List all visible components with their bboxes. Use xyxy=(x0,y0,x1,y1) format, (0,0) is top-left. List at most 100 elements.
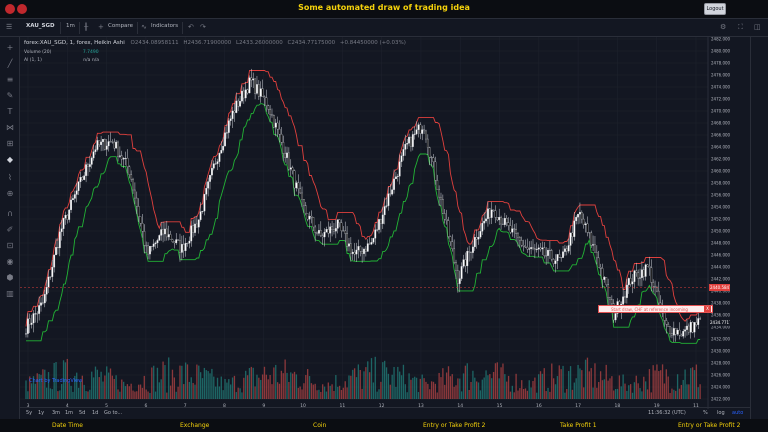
chart-type-icon[interactable]: ╫ xyxy=(84,23,88,31)
price-tick-label: 2430.00000000 xyxy=(711,349,730,354)
screenshot-icon[interactable]: ◫ xyxy=(754,23,761,31)
volume-label[interactable]: Volume (20) xyxy=(24,50,51,55)
lock-icon[interactable]: ⊡ xyxy=(5,241,15,251)
brush-icon[interactable]: ✎ xyxy=(5,91,15,101)
price-chart[interactable]: 2482.00000000 2480.00000000 2478.00000000 2… xyxy=(20,37,730,409)
ruler-icon[interactable]: ⌇ xyxy=(5,173,15,183)
volume-bar xyxy=(509,391,512,399)
volume-bar xyxy=(344,381,346,399)
range-1d-button[interactable]: 1d xyxy=(92,410,98,416)
favorites-icon[interactable]: ⬢ xyxy=(5,273,15,283)
volume-bar xyxy=(667,376,669,399)
volume-bar xyxy=(68,383,70,399)
candle-body xyxy=(68,209,71,220)
volume-bar xyxy=(254,386,256,399)
volume-bar xyxy=(363,371,365,399)
volume-bar xyxy=(496,362,498,399)
symbol-search[interactable]: XAU_SGD xyxy=(26,23,55,29)
volume-bar xyxy=(534,377,536,399)
zoom-in-icon[interactable]: ⊕ xyxy=(5,189,15,199)
undo-icon[interactable]: ↶ xyxy=(188,23,194,31)
candle-body xyxy=(349,243,352,254)
chart-area[interactable]: 2482.00000000 2480.00000000 2478.00000000 2… xyxy=(20,37,730,409)
magnet-icon[interactable]: ∩ xyxy=(5,209,15,219)
candle-body xyxy=(656,287,658,292)
range-5d-button[interactable]: 5d xyxy=(79,410,85,416)
percent-toggle[interactable]: % xyxy=(703,410,708,416)
volume-bar xyxy=(145,389,147,399)
candle-body xyxy=(154,242,157,245)
volume-bar xyxy=(528,380,530,399)
text-icon[interactable]: T xyxy=(5,107,15,117)
volume-bar xyxy=(353,368,356,399)
fullscreen-icon[interactable]: ⛶ xyxy=(738,23,743,32)
redo-icon[interactable]: ↷ xyxy=(200,23,206,31)
candle-body xyxy=(102,139,104,143)
log-toggle[interactable]: log xyxy=(717,410,725,416)
range-goto-button[interactable]: Go to... xyxy=(104,410,122,416)
fib-icon[interactable]: ≡ xyxy=(5,75,15,85)
candle-body xyxy=(186,243,189,244)
range-1m-button[interactable]: 1m xyxy=(65,410,73,416)
candle-body xyxy=(438,189,441,198)
volume-bar xyxy=(449,376,452,399)
range-5y-button[interactable]: 5y xyxy=(26,410,32,416)
trend-line-icon[interactable]: ╱ xyxy=(5,59,15,69)
volume-bar xyxy=(153,365,155,399)
volume-bar xyxy=(87,391,89,399)
drawing-annotation[interactable]: Start draw, CHF at reference incoming X xyxy=(598,305,713,313)
trash-icon[interactable]: ▥ xyxy=(5,289,15,299)
candle-body xyxy=(286,152,288,158)
auto-toggle[interactable]: auto xyxy=(732,410,743,416)
annotation-close-button[interactable]: X xyxy=(704,306,711,312)
legend-title[interactable]: forex:XAU_SGD, 1, forex, Heikin Ashi xyxy=(24,40,125,46)
indicators-button[interactable]: Indicators xyxy=(151,23,178,29)
volume-bar xyxy=(205,370,207,399)
candle-body xyxy=(96,140,99,150)
logout-button[interactable]: Logout xyxy=(704,3,726,15)
menu-icon[interactable]: ☰ xyxy=(6,23,12,31)
volume-bar xyxy=(389,384,391,399)
candle-body xyxy=(334,228,337,232)
range-1y-button[interactable]: 1y xyxy=(38,410,44,416)
volume-bar xyxy=(49,388,52,399)
watermark[interactable]: Chart by TradingView xyxy=(29,378,82,384)
indicator-label[interactable]: Al (1, 1) xyxy=(24,58,42,63)
interval-selector[interactable]: 1m xyxy=(66,23,75,29)
stay-drawing-icon[interactable]: ✐ xyxy=(5,225,15,235)
volume-bar xyxy=(213,376,215,399)
volume-bar xyxy=(577,364,579,399)
volume-bar xyxy=(102,381,104,399)
volume-bar xyxy=(224,378,226,399)
volume-bar xyxy=(235,392,237,399)
candle-body xyxy=(338,219,341,223)
eye-icon[interactable]: ◉ xyxy=(5,257,15,267)
candle-body xyxy=(569,232,572,246)
candle-body xyxy=(212,163,215,169)
compare-button[interactable]: Compare xyxy=(108,23,133,29)
arrow-icon[interactable]: ◆ xyxy=(5,155,15,165)
crosshair-icon[interactable]: + xyxy=(5,43,15,53)
top-bar: Some automated draw of trading idea Logo… xyxy=(0,0,768,19)
bottom-bar: 5y 1y 3m 1m 5d 1d Go to... 11:36:32 (UTC)% log au… xyxy=(20,407,750,419)
volume-bar xyxy=(660,370,662,399)
volume-bar xyxy=(393,366,395,399)
candle-body xyxy=(214,163,217,165)
volume-bar xyxy=(365,367,367,399)
candle-body xyxy=(278,128,281,135)
projection-icon[interactable]: ⊞ xyxy=(5,139,15,149)
pattern-icon[interactable]: ⋈ xyxy=(5,123,15,133)
volume-bar xyxy=(382,362,384,399)
settings-icon[interactable]: ⚙ xyxy=(720,23,726,31)
candle-body xyxy=(205,188,208,195)
candle-body xyxy=(169,234,172,240)
volume-bar xyxy=(387,373,390,399)
volume-bar xyxy=(498,378,500,399)
volume-bar xyxy=(543,368,545,399)
range-3m-button[interactable]: 3m xyxy=(52,410,60,416)
price-tick-label: 2476.00000000 xyxy=(711,73,730,78)
candle-body xyxy=(610,299,613,304)
candle-body xyxy=(436,180,439,190)
candle-body xyxy=(594,244,596,253)
volume-bar xyxy=(383,360,386,399)
